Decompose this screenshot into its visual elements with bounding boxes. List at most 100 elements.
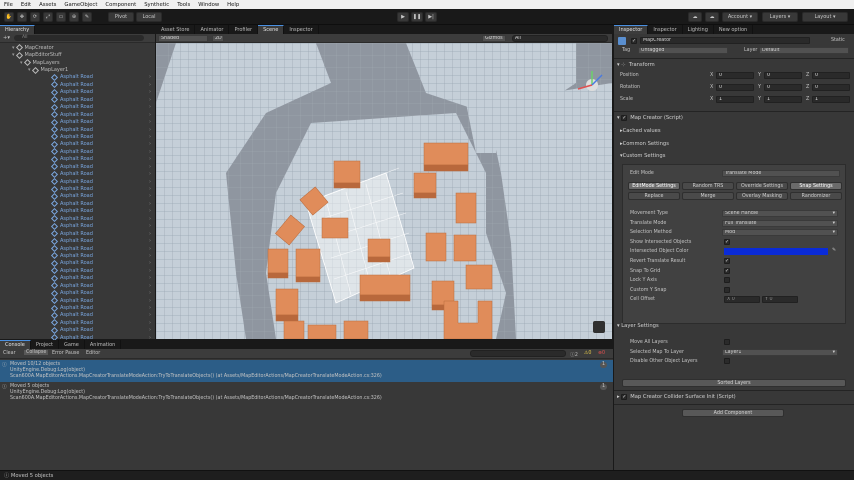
play-button[interactable]: ▶ (397, 12, 409, 22)
open-prefab-icon[interactable]: › (149, 164, 151, 170)
menu-file[interactable]: File (0, 2, 17, 8)
hierarchy-item[interactable]: Asphalt Road › (0, 111, 155, 119)
mode-tab[interactable]: Overlay Masking (736, 192, 788, 200)
console-search-input[interactable] (470, 350, 566, 357)
info-count[interactable]: ⓘ2 (570, 351, 578, 358)
setting-checkbox[interactable]: ✓ (724, 258, 730, 264)
account-dropdown[interactable]: Account ▾ (722, 12, 758, 22)
open-prefab-icon[interactable]: › (149, 260, 151, 266)
open-prefab-icon[interactable]: › (149, 156, 151, 162)
collider-script-checkbox[interactable]: ✓ (621, 394, 628, 400)
move-tool-icon[interactable]: ✥ (17, 12, 27, 22)
menu-assets[interactable]: Assets (35, 2, 60, 8)
hierarchy-item[interactable]: Asphalt Road › (0, 259, 155, 267)
open-prefab-icon[interactable]: › (149, 97, 151, 103)
open-prefab-icon[interactable]: › (149, 208, 151, 214)
open-prefab-icon[interactable]: › (149, 149, 151, 155)
scene-tab-3[interactable]: Scene (258, 25, 285, 34)
transform-x-field[interactable]: 0 (716, 84, 754, 91)
open-prefab-icon[interactable]: › (149, 134, 151, 140)
open-prefab-icon[interactable]: › (149, 216, 151, 222)
open-prefab-icon[interactable]: › (149, 223, 151, 229)
expand-arrow-icon[interactable]: ▾ (20, 60, 23, 66)
foldout-2[interactable]: ▾ Custom Settings (620, 150, 850, 162)
error-pause-toggle[interactable]: Error Pause (52, 351, 79, 356)
hierarchy-item[interactable]: Asphalt Road › (0, 178, 155, 186)
mode-2d-toggle[interactable]: 2D (212, 35, 224, 42)
setting-dropdown[interactable]: Layer1 ▾ (722, 348, 838, 356)
hierarchy-item[interactable]: ▾ MapLayers (0, 59, 155, 67)
console-tab-3[interactable]: Animation (85, 340, 122, 349)
menu-gameobject[interactable]: GameObject (60, 2, 101, 8)
menu-component[interactable]: Component (101, 2, 140, 8)
step-button[interactable]: ▶| (425, 12, 437, 22)
hierarchy-item[interactable]: Asphalt Road › (0, 289, 155, 297)
script-checkbox[interactable]: ✓ (621, 115, 628, 121)
open-prefab-icon[interactable]: › (149, 268, 151, 274)
hierarchy-search-input[interactable]: All (13, 35, 144, 41)
layer-settings-header[interactable]: ▾ Layer Settings (617, 320, 851, 332)
hierarchy-item[interactable]: Asphalt Road › (0, 81, 155, 89)
clear-button[interactable]: Clear (3, 351, 16, 356)
hierarchy-item[interactable]: Asphalt Road › (0, 133, 155, 141)
setting-dropdown[interactable]: Scene Handle ▾ (722, 210, 838, 217)
menu-help[interactable]: Help (223, 2, 243, 8)
foldout-0[interactable]: ▸ Cached values (620, 125, 850, 137)
hierarchy-item[interactable]: Asphalt Road › (0, 140, 155, 148)
open-prefab-icon[interactable]: › (149, 74, 151, 80)
setting-checkbox[interactable]: ✓ (724, 267, 730, 274)
hierarchy-item[interactable]: Asphalt Road › (0, 326, 155, 334)
shading-dropdown[interactable]: Shaded (158, 35, 208, 42)
hierarchy-item[interactable]: Asphalt Road › (0, 230, 155, 238)
tab-hierarchy[interactable]: Hierarchy (0, 25, 36, 34)
error-count[interactable]: ⊗0 (598, 351, 605, 356)
rect-tool-icon[interactable]: ▭ (56, 12, 66, 22)
hierarchy-item[interactable]: Asphalt Road › (0, 118, 155, 126)
log-entry[interactable]: ⓘ Moved 5 objects UnityEngine.Debug:Log(ob… (0, 382, 613, 404)
static-toggle[interactable]: Static (831, 38, 845, 43)
hierarchy-item[interactable]: Asphalt Road › (0, 319, 155, 327)
open-prefab-icon[interactable]: › (149, 201, 151, 207)
open-prefab-icon[interactable]: › (149, 312, 151, 318)
custom-tool-icon[interactable]: ✎ (82, 12, 92, 22)
edit-mode-dropdown[interactable]: Translate Mode (722, 170, 840, 177)
cell-offset-x-field[interactable]: X 0 (724, 296, 760, 304)
add-icon[interactable]: +▾ (3, 35, 10, 41)
open-prefab-icon[interactable]: › (149, 119, 151, 125)
scene-tab-2[interactable]: Profiler (229, 25, 259, 34)
tag-dropdown[interactable]: Untagged (638, 47, 728, 54)
inspector-tab-1[interactable]: Inspector (648, 25, 683, 34)
hierarchy-item[interactable]: Asphalt Road › (0, 200, 155, 208)
transform-z-field[interactable]: 1 (812, 96, 850, 103)
transform-tool-icon[interactable]: ⊕ (69, 12, 79, 22)
hierarchy-item[interactable]: Asphalt Road › (0, 192, 155, 201)
hierarchy-item[interactable]: Asphalt Road › (0, 274, 155, 282)
open-prefab-icon[interactable]: › (149, 320, 151, 326)
layer-dropdown[interactable]: Default (759, 47, 849, 54)
hierarchy-item[interactable]: Asphalt Road › (0, 237, 155, 245)
mode-tab[interactable]: Replace (628, 192, 680, 200)
open-prefab-icon[interactable]: › (149, 171, 151, 177)
local-toggle[interactable]: Local (136, 12, 162, 22)
open-prefab-icon[interactable]: › (149, 112, 151, 118)
transform-z-field[interactable]: 0 (812, 84, 850, 91)
setting-checkbox[interactable] (724, 286, 730, 293)
transform-header[interactable]: ▾ ⊹ Transform (617, 59, 851, 71)
hierarchy-item[interactable]: ▾ MapCreator (0, 44, 155, 52)
mode-tab[interactable]: Override Settings (736, 182, 788, 190)
menu-synthetic[interactable]: Synthetic (140, 2, 173, 8)
expand-arrow-icon[interactable]: ▾ (12, 52, 15, 58)
menu-edit[interactable]: Edit (17, 2, 35, 8)
open-prefab-icon[interactable]: › (149, 246, 151, 252)
layout-dropdown[interactable]: Layout ▾ (802, 12, 848, 22)
open-prefab-icon[interactable]: › (149, 104, 151, 110)
hierarchy-item[interactable]: Asphalt Road › (0, 163, 155, 171)
mode-tab[interactable]: Snap Settings (790, 182, 842, 190)
open-prefab-icon[interactable]: › (149, 238, 151, 244)
open-prefab-icon[interactable]: › (149, 127, 151, 133)
setting-checkbox[interactable] (724, 358, 730, 364)
hand-tool-icon[interactable]: ✋ (4, 12, 14, 22)
inspector-tab-3[interactable]: New option (714, 25, 754, 34)
scene-tab-0[interactable]: Asset Store (156, 25, 196, 34)
scene-search-input[interactable]: All (512, 35, 608, 42)
